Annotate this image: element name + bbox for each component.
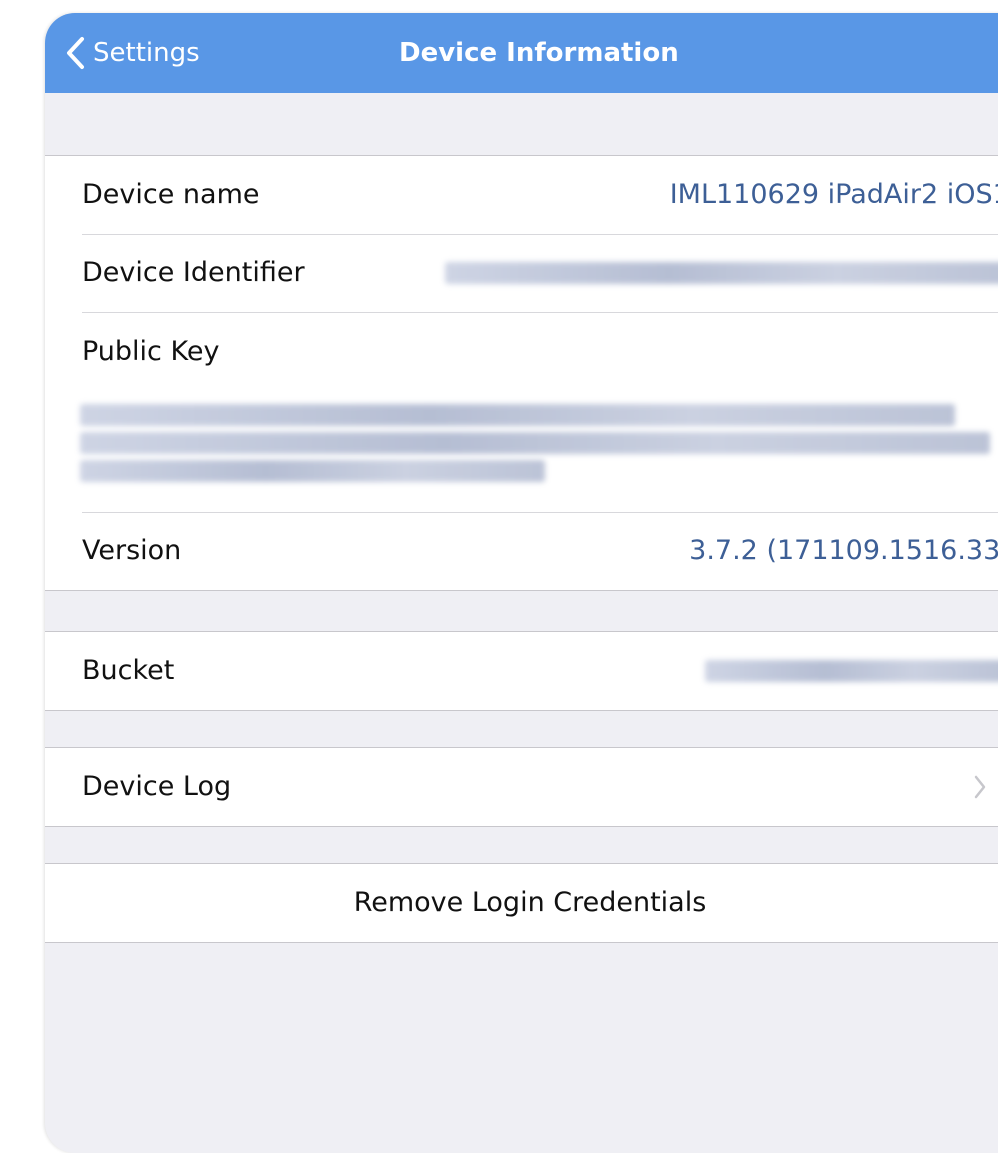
bucket-group: Bucket — [45, 631, 998, 711]
device-identifier-row: Device Identifier — [45, 234, 998, 312]
device-identifier-value-redacted — [445, 262, 998, 284]
public-key-value-redacted-line-1 — [80, 404, 955, 426]
device-log-row[interactable]: Device Log — [45, 748, 998, 826]
remove-credentials-group: Remove Login Credentials — [45, 863, 998, 943]
device-identifier-label: Device Identifier — [82, 257, 305, 288]
public-key-value-redacted-line-3 — [80, 460, 545, 482]
back-button[interactable]: Settings — [65, 35, 200, 71]
public-key-row: Public Key — [45, 312, 998, 512]
device-name-value: IML110629 iPadAir2 iOS10 — [669, 179, 998, 210]
version-label: Version — [82, 535, 182, 566]
version-value: 3.7.2 (171109.1516.336) — [689, 535, 998, 566]
navigation-bar: Settings Device Information — [45, 13, 998, 93]
device-log-group: Device Log — [45, 747, 998, 827]
version-row: Version 3.7.2 (171109.1516.336) — [45, 512, 998, 590]
public-key-value-redacted-line-2 — [80, 432, 990, 454]
remove-credentials-label: Remove Login Credentials — [353, 887, 707, 918]
bucket-label: Bucket — [82, 655, 175, 686]
chevron-left-icon — [67, 37, 84, 69]
public-key-label: Public Key — [82, 336, 220, 367]
page-title: Device Information — [399, 38, 679, 68]
bucket-row: Bucket — [45, 632, 998, 710]
device-name-row: Device name IML110629 iPadAir2 iOS10 — [45, 156, 998, 234]
device-information-screen: Settings Device Information Device name … — [45, 13, 998, 1153]
back-button-label: Settings — [93, 38, 200, 68]
bucket-value-redacted — [705, 660, 998, 682]
chevron-right-icon — [974, 775, 986, 799]
remove-credentials-button[interactable]: Remove Login Credentials — [45, 864, 998, 942]
device-name-label: Device name — [82, 179, 260, 210]
device-info-group: Device name IML110629 iPadAir2 iOS10 Dev… — [45, 155, 998, 591]
device-log-label: Device Log — [82, 771, 232, 802]
